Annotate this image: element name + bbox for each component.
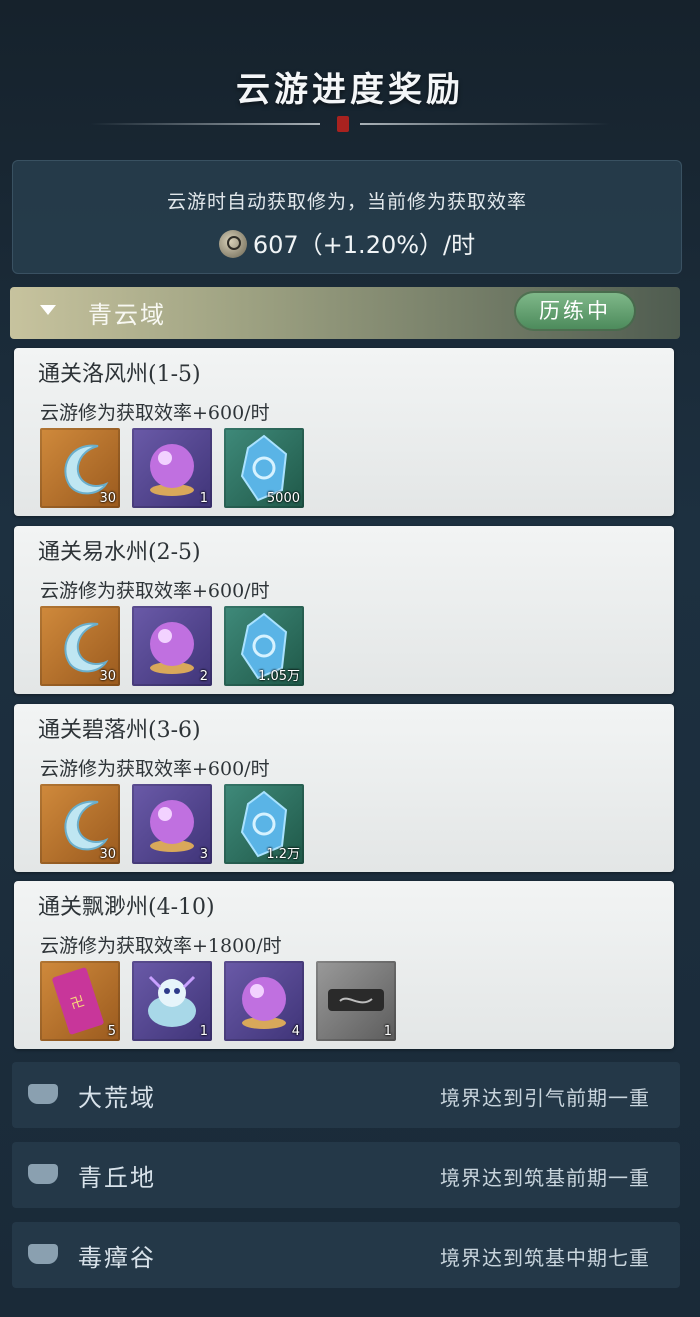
item-count: 3: [199, 847, 208, 862]
region-row-duzhang[interactable]: 毒瘴谷 境界达到筑基中期七重: [12, 1222, 680, 1288]
reward-item[interactable]: 30: [40, 606, 120, 686]
seal-icon: [337, 116, 349, 132]
item-count: 30: [99, 491, 116, 506]
stage-card: 通关飘渺州(4-10) 云游修为获取效率+1800/时 卍 5 1 4 1: [14, 881, 674, 1049]
stage-title: 通关易水州(2-5): [38, 540, 201, 565]
stage-rate: 云游修为获取效率+600/时: [40, 580, 270, 602]
item-count: 1: [199, 491, 208, 506]
item-count: 5000: [266, 491, 300, 506]
title-divider-left: [90, 123, 320, 125]
reward-items: 30 3 1.2万: [40, 784, 304, 864]
item-count: 2: [199, 669, 208, 684]
item-count: 1.2万: [266, 847, 300, 862]
unlock-requirement: 境界达到引气前期一重: [440, 1086, 650, 1110]
cultivation-rate-panel: 云游时自动获取修为，当前修为获取效率 607（+1.20%）/时: [12, 160, 682, 274]
reward-item[interactable]: 1: [132, 961, 212, 1041]
unlock-requirement: 境界达到筑基前期一重: [440, 1166, 650, 1190]
lock-icon: [28, 1244, 58, 1264]
reward-item[interactable]: 30: [40, 784, 120, 864]
stage-card: 通关碧落州(3-6) 云游修为获取效率+600/时 30 3 1.2万: [14, 704, 674, 872]
lock-icon: [28, 1164, 58, 1184]
reward-item[interactable]: 1.05万: [224, 606, 304, 686]
reward-item[interactable]: 卍 5: [40, 961, 120, 1041]
reward-items: 30 1 5000: [40, 428, 304, 508]
reward-item[interactable]: 1.2万: [224, 784, 304, 864]
item-count: 1: [199, 1024, 208, 1039]
collapse-arrow-icon[interactable]: [40, 305, 56, 315]
reward-item[interactable]: 1: [316, 961, 396, 1041]
reward-items: 卍 5 1 4 1: [40, 961, 396, 1041]
title-bar: 云游进度奖励: [0, 0, 700, 150]
item-count: 4: [291, 1024, 300, 1039]
region-name: 毒瘴谷: [78, 1244, 156, 1272]
rate-value-row: 607（+1.20%）/时: [13, 225, 681, 260]
rate-value: 607（+1.20%）/时: [252, 231, 476, 259]
lock-icon: [28, 1084, 58, 1104]
reward-items: 30 2 1.05万: [40, 606, 304, 686]
status-badge: 历练中: [516, 293, 634, 329]
region-header-qingyun[interactable]: 青云域 历练中: [10, 287, 680, 339]
stage-card: 通关易水州(2-5) 云游修为获取效率+600/时 30 2 1.05万: [14, 526, 674, 694]
stage-card: 通关洛风州(1-5) 云游修为获取效率+600/时 30 1 5000: [14, 348, 674, 516]
region-name: 青丘地: [78, 1164, 156, 1192]
item-count: 5: [107, 1024, 116, 1039]
item-count: 30: [99, 669, 116, 684]
reward-item[interactable]: 2: [132, 606, 212, 686]
stage-rate: 云游修为获取效率+1800/时: [40, 935, 282, 957]
title-divider-right: [360, 123, 610, 125]
reward-item[interactable]: 30: [40, 428, 120, 508]
stage-title: 通关碧落州(3-6): [38, 718, 201, 743]
stage-rate: 云游修为获取效率+600/时: [40, 758, 270, 780]
stage-rate: 云游修为获取效率+600/时: [40, 402, 270, 424]
reward-item[interactable]: 4: [224, 961, 304, 1041]
unlock-requirement: 境界达到筑基中期七重: [440, 1246, 650, 1270]
reward-item[interactable]: 3: [132, 784, 212, 864]
reward-item[interactable]: 1: [132, 428, 212, 508]
region-row-qingqiu[interactable]: 青丘地 境界达到筑基前期一重: [12, 1142, 680, 1208]
item-count: 1: [383, 1024, 392, 1039]
rate-description: 云游时自动获取修为，当前修为获取效率: [166, 191, 527, 213]
stage-title: 通关洛风州(1-5): [38, 362, 201, 387]
cultivation-icon: [218, 230, 247, 258]
region-name: 青云域: [88, 301, 166, 329]
item-count: 1.05万: [258, 669, 300, 684]
reward-item[interactable]: 5000: [224, 428, 304, 508]
stage-title: 通关飘渺州(4-10): [38, 895, 215, 920]
page-title: 云游进度奖励: [236, 70, 464, 110]
region-name: 大荒域: [78, 1084, 156, 1112]
item-count: 30: [99, 847, 116, 862]
region-row-dahuang[interactable]: 大荒域 境界达到引气前期一重: [12, 1062, 680, 1128]
